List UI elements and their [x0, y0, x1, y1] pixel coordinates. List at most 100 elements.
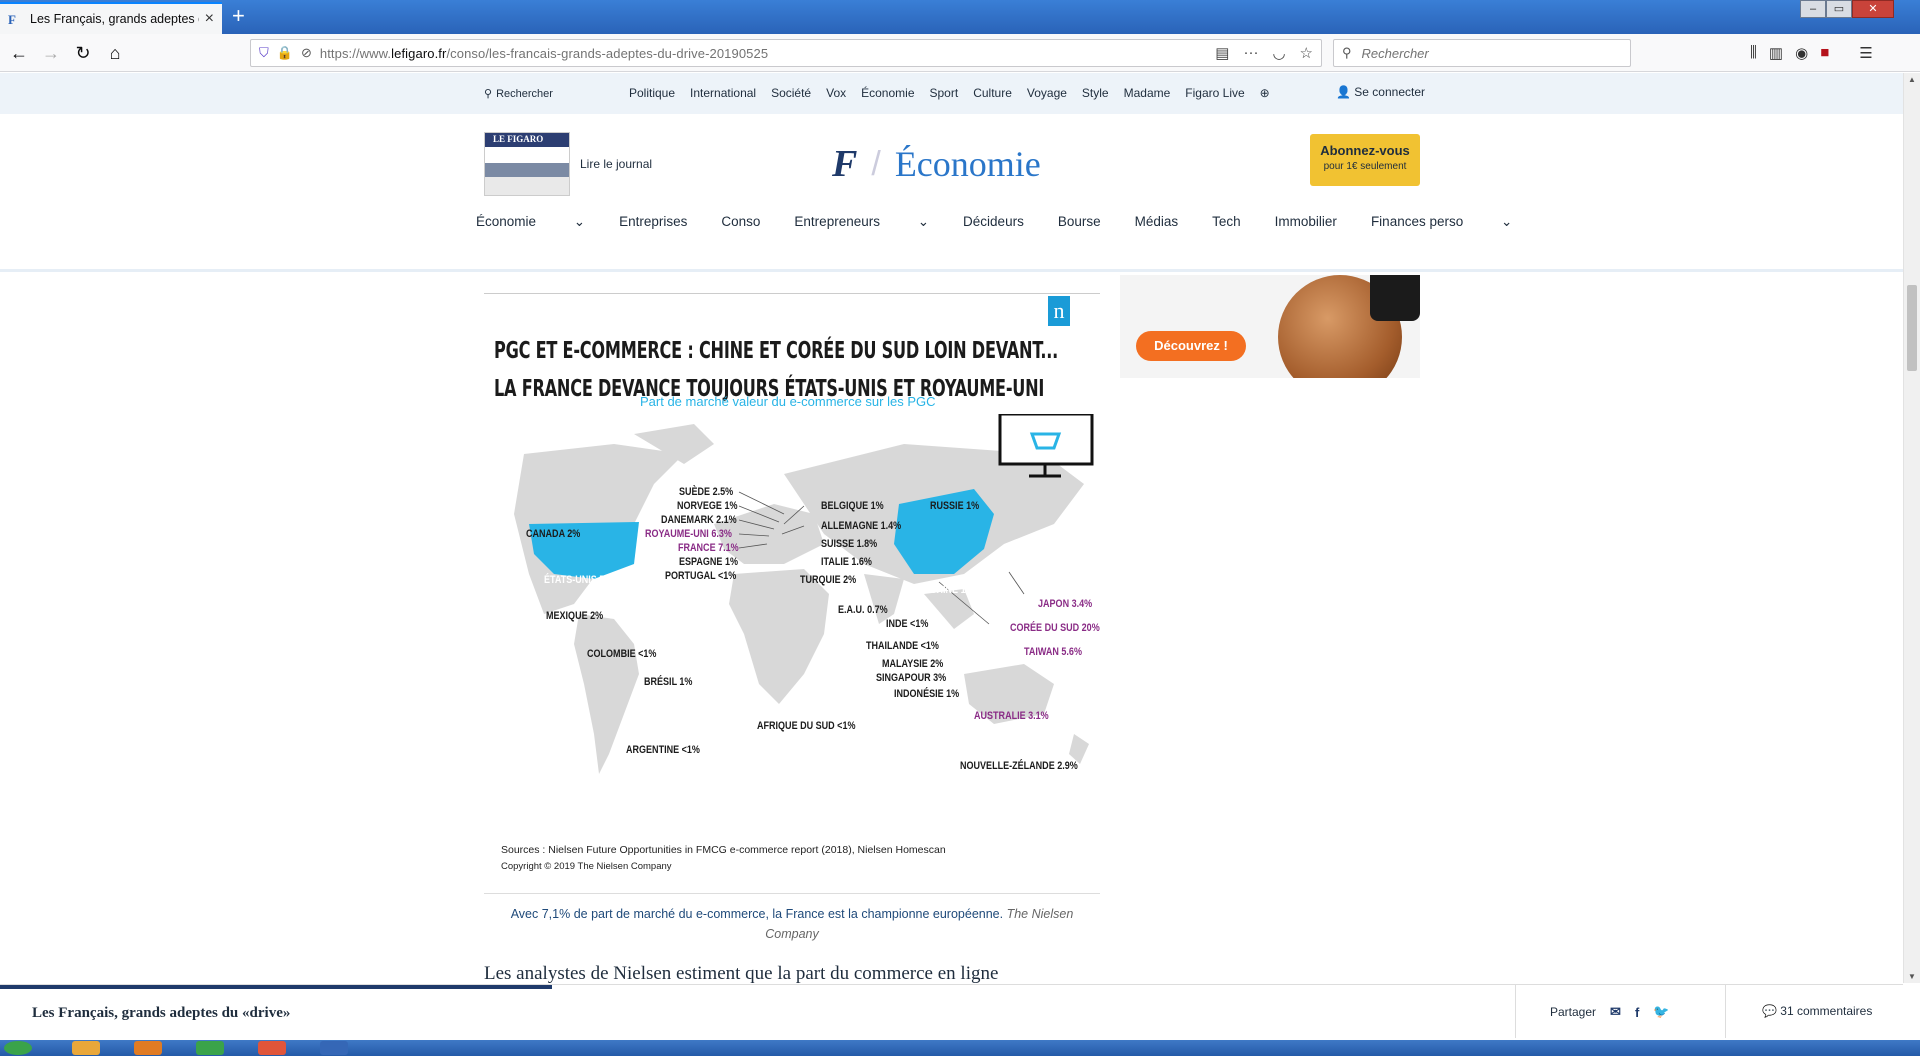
share-group: Partager ✉ f 🐦 [1550, 1004, 1669, 1020]
url-text[interactable]: https://www.lefigaro.fr/conso/les-franca… [320, 46, 768, 61]
map-label-italie: ITALIE 1.6% [821, 556, 872, 568]
close-tab-icon[interactable]: × [205, 10, 214, 28]
map-label-russie: RUSSIE 1% [930, 500, 980, 512]
subnav-item[interactable]: Entrepreneurs ⌄ [794, 214, 929, 230]
top-nav-link[interactable]: Voyage [1027, 86, 1067, 100]
subnav-item[interactable]: Tech [1212, 214, 1241, 230]
sticky-title: Les Français, grands adeptes du «drive» [32, 1005, 291, 1021]
search-icon: ⚲ [1342, 45, 1352, 60]
map-label-indonesie: INDONÉSIE 1% [894, 688, 960, 700]
comment-icon: 💬 [1762, 1004, 1777, 1018]
subscribe-button[interactable]: Abonnez-vous pour 1€ seulement [1310, 134, 1420, 186]
comments-link[interactable]: 💬 31 commentaires [1762, 1004, 1872, 1018]
home-icon[interactable]: ⌂ [102, 40, 128, 66]
search-icon: ⚲ [484, 88, 493, 100]
top-nav-link[interactable]: Vox [826, 86, 846, 100]
maximize-button[interactable]: ▭ [1826, 0, 1852, 18]
map-label-danemark: DANEMARK 2.1% [661, 514, 737, 526]
scroll-down-icon[interactable]: ▼ [1908, 972, 1916, 981]
lock-icon[interactable]: 🔒 [277, 45, 293, 61]
url-bar[interactable]: ⛉ 🔒 ⊘ https://www.lefigaro.fr/conso/les-… [250, 39, 1322, 67]
scroll-up-icon[interactable]: ▲ [1908, 75, 1916, 84]
subnav-item[interactable]: Entreprises [619, 214, 687, 230]
taskbar-app-icon[interactable] [134, 1041, 162, 1055]
sticky-article-bar: Les Français, grands adeptes du «drive» … [0, 984, 1903, 1038]
subnav-item[interactable]: Économie ⌄ [476, 214, 585, 230]
sidebar-icon[interactable]: ▥ [1769, 44, 1783, 62]
subnav-item[interactable]: Bourse [1058, 214, 1101, 230]
top-nav-link[interactable]: Économie [861, 86, 914, 100]
login-link[interactable]: 👤 Se connecter [1336, 85, 1425, 99]
top-nav-link[interactable]: Figaro Live [1185, 86, 1244, 100]
back-arrow-icon[interactable]: ← [6, 40, 32, 66]
article-body: Les analystes de Nielsen estiment que la… [484, 963, 999, 984]
subnav-item[interactable]: Médias [1135, 214, 1179, 230]
library-icon[interactable]: ⫼ [1750, 44, 1757, 62]
top-nav-link[interactable]: Madame [1124, 86, 1171, 100]
map-label-australie: AUSTRALIE 3.1% [974, 710, 1049, 722]
map-label-portugal: PORTUGAL <1% [665, 570, 737, 582]
menu-icon[interactable]: ☰ [1859, 44, 1872, 62]
bookmark-star-icon[interactable]: ☆ [1300, 44, 1313, 62]
map-label-canada: CANADA 2% [526, 528, 581, 540]
top-nav-link[interactable]: Culture [973, 86, 1012, 100]
taskbar-app-icon[interactable] [72, 1041, 100, 1055]
newspaper-thumbnail[interactable]: LE FIGARO [484, 132, 570, 196]
permissions-icon[interactable]: ⊘ [301, 45, 312, 61]
navigation-toolbar: ← → ↻ ⌂ ⛉ 🔒 ⊘ https://www.lefigaro.fr/co… [0, 34, 1920, 72]
start-button[interactable] [4, 1041, 32, 1055]
facebook-icon[interactable]: f [1635, 1005, 1639, 1020]
nielsen-logo-icon: n [1048, 296, 1070, 326]
minimize-button[interactable]: – [1800, 0, 1826, 18]
map-label-japon: JAPON 3.4% [1038, 598, 1093, 610]
top-nav-link[interactable]: Société [771, 86, 811, 100]
toolbar-icons: ⫼ ▥ ◉ ■ ☰ [1750, 44, 1873, 62]
scrollbar-thumb[interactable] [1907, 285, 1917, 371]
map-label-colombie: COLOMBIE <1% [587, 648, 657, 660]
top-search-link[interactable]: ⚲ Rechercher [484, 86, 557, 100]
map-label-suede: SUÈDE 2.5% [679, 486, 734, 498]
ad-discover-button[interactable]: Découvrez ! [1136, 331, 1246, 361]
map-label-chine: CHINE 18% [930, 584, 979, 596]
reader-view-icon[interactable]: ▤ [1215, 44, 1229, 62]
page-scrollbar[interactable]: ▲ ▼ [1903, 73, 1920, 983]
twitter-icon[interactable]: 🐦 [1653, 1004, 1669, 1020]
map-label-suisse: SUISSE 1.8% [821, 538, 878, 550]
extension-icon[interactable]: ■ [1820, 44, 1829, 62]
page-actions-icon[interactable]: ··· [1243, 44, 1258, 62]
map-label-bresil: BRÉSIL 1% [644, 676, 693, 688]
new-tab-button[interactable]: + [232, 4, 245, 28]
subnav-item[interactable]: Conso [721, 214, 760, 230]
top-nav-link[interactable]: International [690, 86, 756, 100]
account-icon[interactable]: ◉ [1795, 44, 1808, 62]
subnav-item[interactable]: Finances perso ⌄ [1371, 214, 1512, 230]
search-bar[interactable]: ⚲ Rechercher [1333, 39, 1631, 67]
taskbar-app-icon[interactable] [320, 1041, 348, 1055]
infographic-sources: Sources : Nielsen Future Opportunities i… [501, 844, 946, 856]
forward-arrow-icon[interactable]: → [38, 40, 64, 66]
map-label-mexique: MEXIQUE 2% [546, 610, 604, 622]
top-nav-links: Politique International Société Vox Écon… [629, 86, 1285, 100]
subnav-item[interactable]: Décideurs [963, 214, 1024, 230]
tab-active[interactable]: F Les Français, grands adeptes du drive … [0, 2, 222, 34]
close-window-button[interactable]: ✕ [1852, 0, 1894, 18]
advertisement[interactable]: Découvrez ! [1120, 275, 1420, 378]
subnav-item[interactable]: Immobilier [1275, 214, 1337, 230]
top-nav-link[interactable]: Sport [930, 86, 959, 100]
email-icon[interactable]: ✉ [1610, 1004, 1621, 1020]
infographic-copyright: Copyright © 2019 The Nielsen Company [501, 861, 672, 872]
site-logo[interactable]: F / Économie [832, 142, 1041, 186]
taskbar-app-icon[interactable] [196, 1041, 224, 1055]
map-label-turquie: TURQUIE 2% [800, 574, 857, 586]
figaro-logo-icon: F [832, 143, 858, 185]
taskbar-app-icon[interactable] [258, 1041, 286, 1055]
tracking-shield-icon[interactable]: ⛉ [259, 45, 269, 61]
map-label-afrique-du-sud: AFRIQUE DU SUD <1% [757, 720, 856, 732]
reload-icon[interactable]: ↻ [70, 40, 96, 66]
map-label-allemagne: ALLEMAGNE 1.4% [821, 520, 902, 532]
top-nav-link[interactable]: Politique [629, 86, 675, 100]
top-nav-link[interactable]: Style [1082, 86, 1109, 100]
pocket-icon[interactable]: ◡ [1272, 44, 1285, 62]
read-journal-link[interactable]: Lire le journal [580, 157, 652, 171]
more-plus-icon[interactable]: ⊕ [1260, 86, 1270, 100]
